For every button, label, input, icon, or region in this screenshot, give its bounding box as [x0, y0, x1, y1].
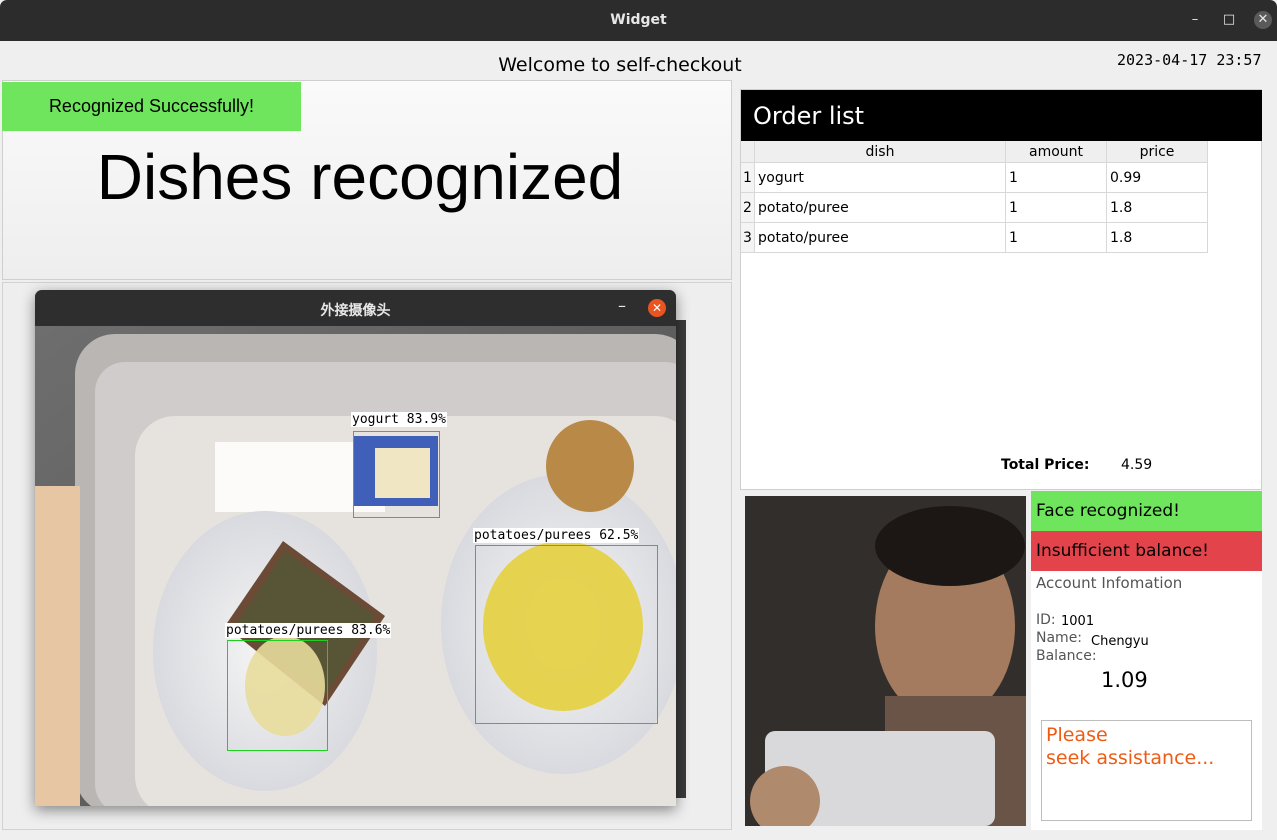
camera-window-titlebar: 外接摄像头 – ✕: [35, 290, 676, 326]
camera-window-title: 外接摄像头: [320, 303, 391, 319]
cell-dish[interactable]: yogurt: [754, 162, 1006, 193]
face-status-badge: Face recognized!: [1031, 491, 1262, 531]
detection-box: [353, 431, 440, 518]
minimize-icon[interactable]: –: [1186, 11, 1204, 29]
cell-dish[interactable]: potato/puree: [754, 222, 1006, 253]
datetime-display: 2023-04-17 23:57: [1117, 51, 1262, 69]
row-number-header: [741, 141, 755, 163]
cell-price[interactable]: 1.8: [1106, 192, 1208, 223]
window-titlebar: Widget – □ ✕: [0, 0, 1277, 41]
detection-label: yogurt 83.9%: [351, 412, 447, 427]
face-camera-image: [745, 496, 1026, 826]
table-header-row: dish amount price: [741, 141, 1208, 163]
column-header-amount[interactable]: amount: [1005, 141, 1107, 163]
row-number: 1: [741, 162, 755, 193]
detection-label: potatoes/purees 62.5%: [473, 528, 640, 543]
column-header-price[interactable]: price: [1106, 141, 1208, 163]
total-price-value: 4.59: [1121, 457, 1153, 473]
total-price-label: Total Price:: [1001, 457, 1090, 473]
cell-amount[interactable]: 1: [1005, 222, 1107, 253]
table-row[interactable]: 2 potato/puree 1 1.8: [741, 192, 1208, 223]
account-name-label: Name:: [1036, 630, 1083, 646]
account-name-value: Chengyu: [1091, 634, 1149, 649]
detection-box: [475, 545, 658, 724]
close-icon[interactable]: ✕: [1254, 11, 1272, 29]
assist-message: Please seek assistance...: [1046, 724, 1215, 769]
account-balance-value: 1.09: [1101, 668, 1148, 692]
cell-dish[interactable]: potato/puree: [754, 192, 1006, 223]
window-title: Widget: [610, 12, 667, 28]
table-row[interactable]: 1 yogurt 1 0.99: [741, 162, 1208, 193]
account-id-value: 1001: [1061, 614, 1095, 629]
camera-window[interactable]: 外接摄像头 – ✕ yogurt 83.9% potatoes/purees 6…: [35, 290, 676, 806]
detection-box: [227, 640, 328, 751]
cell-price[interactable]: 1.8: [1106, 222, 1208, 253]
account-heading: Account Infomation: [1036, 574, 1183, 592]
order-table[interactable]: dish amount price 1 yogurt 1 0.99 2 pota…: [741, 141, 1208, 253]
account-id-label: ID:: [1036, 612, 1056, 628]
face-camera-feed: [745, 496, 1026, 826]
row-number: 3: [741, 222, 755, 253]
recognition-heading: Dishes recognized: [96, 141, 624, 213]
cell-amount[interactable]: 1: [1005, 192, 1107, 223]
column-header-dish[interactable]: dish: [754, 141, 1006, 163]
cell-amount[interactable]: 1: [1005, 162, 1107, 193]
maximize-icon[interactable]: □: [1220, 11, 1238, 29]
recognition-status-badge: Recognized Successfully!: [2, 82, 301, 131]
table-row[interactable]: 3 potato/puree 1 1.8: [741, 222, 1208, 253]
row-number: 2: [741, 192, 755, 223]
account-balance-label: Balance:: [1036, 648, 1097, 664]
detection-label: potatoes/purees 83.6%: [225, 623, 392, 638]
welcome-text: Welcome to self-checkout: [498, 54, 742, 76]
camera-close-icon[interactable]: ✕: [648, 299, 666, 317]
order-title: Order list: [741, 90, 1262, 141]
balance-status-badge: Insufficient balance!: [1031, 531, 1262, 571]
cell-price[interactable]: 0.99: [1106, 162, 1208, 193]
camera-minimize-icon[interactable]: –: [618, 296, 626, 315]
window-bottom-edge: [0, 831, 1277, 840]
